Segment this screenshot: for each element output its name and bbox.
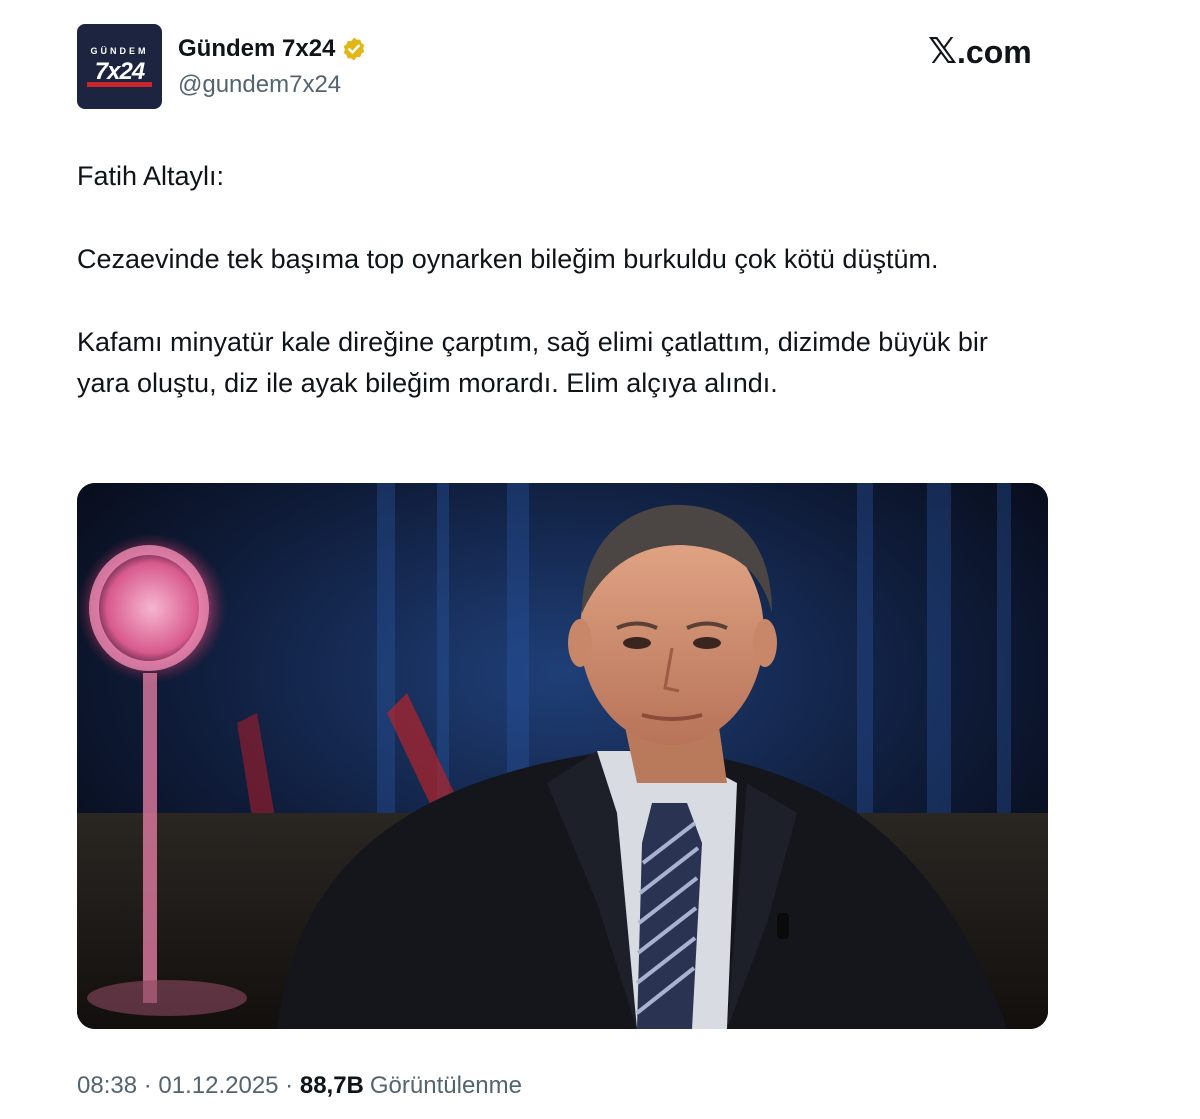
verified-badge-icon (344, 37, 365, 61)
post-line-3: Kafamı minyatür kale direğine çarptım, s… (77, 327, 988, 398)
views-count: 88,7B (299, 1072, 364, 1099)
views-label: Görüntülenme (369, 1072, 522, 1099)
author-display-name[interactable]: Gündem 7x24 (178, 33, 335, 65)
meta-separator: · (278, 1072, 300, 1099)
media-photo (77, 483, 1048, 1029)
meta-separator: · (137, 1072, 159, 1099)
x-logo-text: .com (957, 34, 1032, 70)
post-meta: 08:38 · 01.12.2025 · 88,7B Görüntülenme (77, 1068, 522, 1104)
post-media-image[interactable] (77, 483, 1048, 1029)
x-com-logo: 𝕏 .com (928, 32, 1032, 72)
post-date[interactable]: 01.12.2025 (158, 1068, 278, 1104)
post-line-1: Fatih Altaylı: (77, 161, 225, 191)
post-line-2: Cezaevinde tek başıma top oynarken bileğ… (77, 244, 939, 274)
author-avatar[interactable]: GÜNDEM 7x24 (77, 24, 162, 109)
post-text: Fatih Altaylı: Cezaevinde tek başıma top… (77, 156, 1037, 404)
author-name-row[interactable]: Gündem 7x24 (178, 33, 367, 65)
avatar-top-text: GÜNDEM (90, 46, 149, 56)
avatar-main-text: 7x24 (94, 58, 145, 85)
x-logo-icon: 𝕏 (928, 31, 958, 72)
author-handle[interactable]: @gundem7x24 (178, 69, 341, 101)
post-time[interactable]: 08:38 (77, 1068, 137, 1104)
